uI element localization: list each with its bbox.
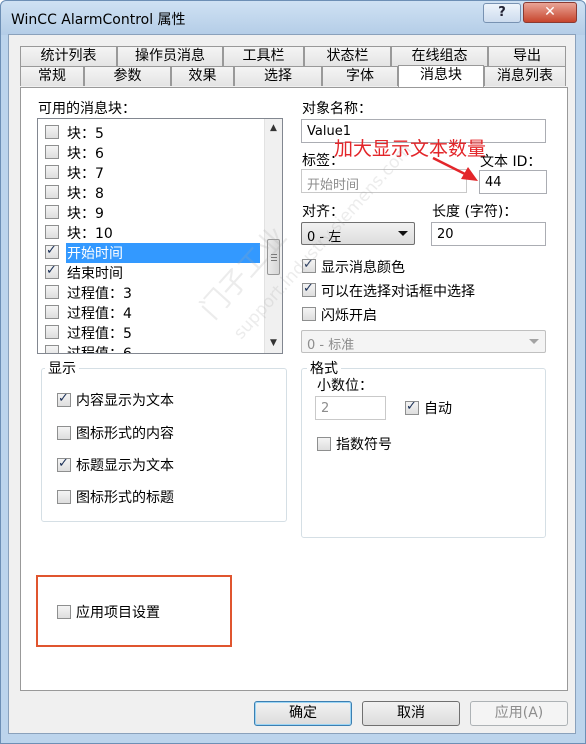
decimals-input[interactable]: 2 <box>315 396 386 420</box>
tab-parameters[interactable]: 参数 <box>84 66 171 86</box>
tab-message-list[interactable]: 消息列表 <box>484 66 566 86</box>
list-item-label: 块：10 <box>67 226 113 242</box>
available-blocks-label: 可用的消息块： <box>38 101 136 117</box>
text-id-input[interactable]: 44 <box>479 170 547 194</box>
tab-font[interactable]: 字体 <box>322 66 398 86</box>
chevron-down-icon <box>529 339 539 344</box>
block-checkbox[interactable] <box>45 325 59 339</box>
tab-general[interactable]: 常规 <box>20 66 84 86</box>
block-checkbox[interactable] <box>45 205 59 219</box>
scroll-up-arrow-icon[interactable]: ▲ <box>265 120 282 137</box>
block-checkbox[interactable] <box>45 165 59 179</box>
list-item[interactable]: 块：9 <box>40 202 262 222</box>
block-checkbox[interactable] <box>45 243 59 259</box>
display-group-title: 显示 <box>45 358 79 378</box>
apply-button[interactable]: 应用(A) <box>470 701 568 726</box>
select-in-dialog-label: 可以在选择对话框中选择 <box>321 284 475 300</box>
tab-online-config[interactable]: 在线组态 <box>391 46 488 66</box>
content-as-icon-label: 图标形式的内容 <box>76 426 174 442</box>
block-checkbox[interactable] <box>45 263 59 279</box>
list-item[interactable]: 过程值：6 <box>40 342 262 354</box>
list-item[interactable]: 结束时间 <box>40 262 262 282</box>
help-button[interactable]: ? <box>483 3 521 23</box>
auto-checkbox[interactable] <box>405 399 419 415</box>
tab-effects[interactable]: 效果 <box>171 66 234 86</box>
tab-selection[interactable]: 选择 <box>234 66 322 86</box>
list-item[interactable]: 过程值：5 <box>40 322 262 342</box>
select-in-dialog-checkbox[interactable] <box>302 281 316 297</box>
window-title: WinCC AlarmControl 属性 <box>11 12 186 28</box>
align-select-value: 0 - 左 <box>307 230 342 245</box>
list-item[interactable]: 块：5 <box>40 122 262 142</box>
highlight-box <box>36 575 232 647</box>
block-checkbox[interactable] <box>45 285 59 299</box>
length-input[interactable]: 20 <box>431 222 546 246</box>
list-item[interactable]: 过程值：4 <box>40 302 262 322</box>
list-item[interactable]: 块：7 <box>40 162 262 182</box>
block-checkbox[interactable] <box>45 225 59 239</box>
annotation-text: 加大显示文本数量 <box>334 138 487 160</box>
block-checkbox[interactable] <box>45 125 59 139</box>
decimals-label: 小数位： <box>317 378 373 394</box>
tab-message-blocks[interactable]: 消息块 <box>398 65 484 87</box>
list-item[interactable]: 过程值：3 <box>40 282 262 302</box>
blink-label: 闪烁开启 <box>321 308 377 324</box>
list-scrollbar[interactable]: ▲ ▼ <box>264 119 282 353</box>
tab-operator-messages[interactable]: 操作员消息 <box>117 46 223 66</box>
title-bar[interactable]: WinCC AlarmControl 属性 ? ✕ <box>1 1 585 35</box>
align-label: 对齐： <box>302 204 344 220</box>
ok-button[interactable]: 确定 <box>254 701 352 726</box>
length-label: 长度 (字符)： <box>432 204 518 220</box>
list-item[interactable]: 块：6 <box>40 142 262 162</box>
list-item-label: 结束时间 <box>67 266 123 282</box>
show-color-label: 显示消息颜色 <box>321 260 405 276</box>
list-item-label: 过程值：4 <box>67 306 132 322</box>
list-item-selected[interactable]: 开始时间 <box>40 242 262 263</box>
list-item-label: 块：8 <box>67 186 104 202</box>
block-checkbox[interactable] <box>45 185 59 199</box>
text-id-label: 文本 ID： <box>480 154 542 170</box>
exponent-label: 指数符号 <box>336 437 392 453</box>
content-as-text-checkbox[interactable] <box>57 391 71 407</box>
block-checkbox[interactable] <box>45 145 59 159</box>
blink-checkbox[interactable] <box>302 307 316 321</box>
list-item-label: 块：9 <box>67 206 104 222</box>
content-as-icon-checkbox[interactable] <box>57 426 71 440</box>
list-item-label: 块：6 <box>67 146 104 162</box>
align-select[interactable]: 0 - 左 <box>301 222 415 245</box>
list-item-label: 过程值：6 <box>67 346 132 354</box>
list-item[interactable]: 块：8 <box>40 182 262 202</box>
list-item-label: 过程值：5 <box>67 326 132 342</box>
block-checkbox[interactable] <box>45 305 59 319</box>
list-item[interactable]: 块：10 <box>40 222 262 242</box>
title-as-text-checkbox[interactable] <box>57 456 71 472</box>
blink-mode-select[interactable]: 0 - 标准 <box>301 330 546 353</box>
cancel-button[interactable]: 取消 <box>362 701 460 726</box>
scroll-down-arrow-icon[interactable]: ▼ <box>265 335 282 352</box>
auto-label: 自动 <box>424 401 452 417</box>
content-as-text-label: 内容显示为文本 <box>76 393 174 409</box>
tab-status-bar[interactable]: 状态栏 <box>304 46 391 66</box>
scrollbar-thumb[interactable] <box>267 239 280 275</box>
tab-toolbar[interactable]: 工具栏 <box>223 46 304 66</box>
list-item-label: 过程值：3 <box>67 286 132 302</box>
close-button[interactable]: ✕ <box>523 2 577 23</box>
title-as-icon-checkbox[interactable] <box>57 490 71 504</box>
list-item-label: 块：5 <box>67 126 104 142</box>
show-color-checkbox[interactable] <box>302 257 316 273</box>
tab-export[interactable]: 导出 <box>488 46 566 66</box>
title-as-icon-label: 图标形式的标题 <box>76 490 174 506</box>
tab-statistics-list[interactable]: 统计列表 <box>20 46 117 66</box>
list-item-label: 开始时间 <box>66 243 260 263</box>
title-as-text-label: 标题显示为文本 <box>76 458 174 474</box>
available-blocks-list[interactable]: 块：5 块：6 块：7 块：8 块：9 块：10 开始时间 结束时间 过程值：3… <box>37 118 283 354</box>
object-name-label: 对象名称： <box>302 101 372 117</box>
block-checkbox[interactable] <box>45 345 59 353</box>
chevron-down-icon <box>398 231 408 236</box>
blink-mode-value: 0 - 标准 <box>307 338 355 353</box>
exponent-checkbox[interactable] <box>317 437 331 451</box>
list-item-label: 块：7 <box>67 166 104 182</box>
tag-input[interactable]: 开始时间 <box>301 169 467 193</box>
